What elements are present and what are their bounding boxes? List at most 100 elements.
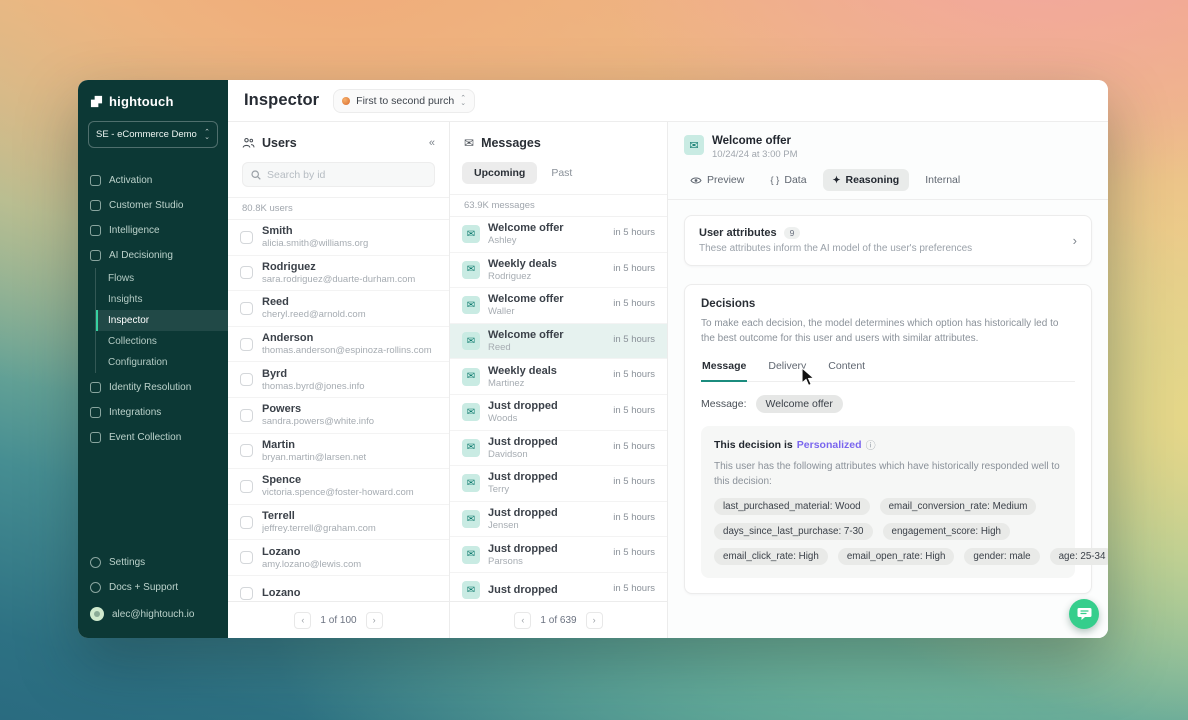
sidebar-item-label: Identity Resolution: [109, 382, 191, 393]
user-row[interactable]: Lozanoamy.lozano@lewis.com: [228, 540, 449, 576]
user-attributes-card[interactable]: User attributes 9 These attributes infor…: [684, 215, 1092, 266]
user-email: victoria.spence@foster-howard.com: [262, 487, 414, 498]
row-checkbox[interactable]: [240, 409, 253, 422]
row-checkbox[interactable]: [240, 302, 253, 315]
sidebar-item-identity-resolution[interactable]: Identity Resolution: [78, 375, 228, 400]
tab-data[interactable]: { } Data: [760, 169, 816, 191]
user-email: alicia.smith@williams.org: [262, 238, 368, 249]
sidebar-item-insights[interactable]: Insights: [96, 289, 228, 310]
tab-message[interactable]: Message: [701, 356, 747, 382]
search-icon: [251, 170, 261, 180]
main-area: Inspector First to second purch ⌃⌄ Users…: [228, 80, 1108, 638]
message-time: in 5 hours: [613, 543, 655, 558]
workspace-selector[interactable]: SE - eCommerce Demo ⌃⌄: [88, 121, 218, 148]
message-row[interactable]: ✉Just droppedDavidsonin 5 hours: [450, 431, 667, 467]
tab-past[interactable]: Past: [539, 162, 584, 184]
row-checkbox[interactable]: [240, 231, 253, 244]
sidebar-item-alec-hightouch-io[interactable]: alec@hightouch.io: [78, 600, 228, 628]
user-email: amy.lozano@lewis.com: [262, 559, 361, 570]
envelope-icon: ✉: [462, 261, 480, 279]
sidebar-item-collections[interactable]: Collections: [96, 331, 228, 352]
row-checkbox[interactable]: [240, 444, 253, 457]
user-row[interactable]: Rodriguezsara.rodriguez@duarte-durham.co…: [228, 256, 449, 292]
row-checkbox[interactable]: [240, 551, 253, 564]
message-title: Just dropped: [488, 436, 558, 448]
user-info: Reedcheryl.reed@arnold.com: [262, 296, 366, 320]
user-avatar: [90, 607, 104, 621]
sidebar-item-ai-decisioning[interactable]: AI Decisioning: [78, 243, 228, 268]
user-row[interactable]: Reedcheryl.reed@arnold.com: [228, 291, 449, 327]
sidebar-item-event-collection[interactable]: Event Collection: [78, 425, 228, 450]
tab-upcoming[interactable]: Upcoming: [462, 162, 537, 184]
message-recipient: Jensen: [488, 520, 558, 531]
sidebar-item-integrations[interactable]: Integrations: [78, 400, 228, 425]
sidebar-item-flows[interactable]: Flows: [96, 268, 228, 289]
info-icon[interactable]: ⓘ: [866, 437, 876, 452]
tab-internal[interactable]: Internal: [915, 169, 970, 191]
sidebar-item-customer-studio[interactable]: Customer Studio: [78, 193, 228, 218]
message-row[interactable]: ✉Welcome offerReedin 5 hours: [450, 324, 667, 360]
tab-preview[interactable]: Preview: [680, 169, 754, 191]
sidebar-footer: SettingsDocs + Supportalec@hightouch.io: [78, 550, 228, 638]
row-checkbox[interactable]: [240, 373, 253, 386]
activation-icon: [90, 175, 101, 186]
detail-tabs: Preview { } Data ✦ Reasoning Internal: [668, 169, 1108, 200]
chat-bubble-icon: [1077, 607, 1092, 621]
attribute-chip-row: email_click_rate: Highemail_open_rate: H…: [714, 548, 1062, 565]
sidebar-item-intelligence[interactable]: Intelligence: [78, 218, 228, 243]
sidebar-item-inspector[interactable]: Inspector: [96, 310, 228, 331]
user-name: Reed: [262, 296, 366, 308]
message-row[interactable]: ✉Just droppedJensenin 5 hours: [450, 502, 667, 538]
message-row[interactable]: ✉Just droppedParsonsin 5 hours: [450, 537, 667, 573]
message-row[interactable]: ✉Just droppedWoodsin 5 hours: [450, 395, 667, 431]
user-row[interactable]: Martinbryan.martin@larsen.net: [228, 434, 449, 470]
prev-page-button[interactable]: ‹: [514, 612, 531, 629]
next-page-button[interactable]: ›: [366, 612, 383, 629]
message-recipient: Reed: [488, 342, 564, 353]
message-info: Just droppedTerry: [488, 471, 558, 495]
search-input[interactable]: [267, 169, 426, 181]
message-row[interactable]: ✉Welcome offerAshleyin 5 hours: [450, 217, 667, 253]
message-time: in 5 hours: [613, 508, 655, 523]
row-checkbox[interactable]: [240, 480, 253, 493]
collapse-panel-icon[interactable]: «: [429, 137, 435, 149]
user-row[interactable]: Lozano: [228, 576, 449, 601]
message-row[interactable]: ✉Just droppedin 5 hours: [450, 573, 667, 601]
message-row[interactable]: ✉Weekly dealsMartinezin 5 hours: [450, 359, 667, 395]
chat-widget-button[interactable]: [1069, 599, 1099, 629]
tab-reasoning[interactable]: ✦ Reasoning: [823, 169, 910, 191]
sidebar-nav: ActivationCustomer StudioIntelligenceAI …: [78, 168, 228, 450]
user-row[interactable]: Terrelljeffrey.terrell@graham.com: [228, 505, 449, 541]
tab-delivery[interactable]: Delivery: [767, 356, 807, 381]
decisions-description: To make each decision, the model determi…: [701, 316, 1075, 346]
user-row[interactable]: Andersonthomas.anderson@espinoza-rollins…: [228, 327, 449, 363]
user-search[interactable]: [242, 162, 435, 187]
user-row[interactable]: Byrdthomas.byrd@jones.info: [228, 362, 449, 398]
tab-content[interactable]: Content: [827, 356, 866, 381]
sidebar-item-configuration[interactable]: Configuration: [96, 352, 228, 373]
flow-selector-label: First to second purch: [356, 95, 454, 107]
sidebar-item-settings[interactable]: Settings: [78, 550, 228, 575]
row-checkbox[interactable]: [240, 266, 253, 279]
row-checkbox[interactable]: [240, 516, 253, 529]
sidebar-item-activation[interactable]: Activation: [78, 168, 228, 193]
prev-page-button[interactable]: ‹: [294, 612, 311, 629]
next-page-button[interactable]: ›: [586, 612, 603, 629]
tab-reasoning-label: Reasoning: [846, 174, 900, 186]
message-row[interactable]: ✉Welcome offerWallerin 5 hours: [450, 288, 667, 324]
decision-type-link[interactable]: Personalized: [797, 439, 862, 451]
row-checkbox[interactable]: [240, 587, 253, 600]
user-row[interactable]: Spencevictoria.spence@foster-howard.com: [228, 469, 449, 505]
user-name: Martin: [262, 439, 366, 451]
user-row[interactable]: Smithalicia.smith@williams.org: [228, 220, 449, 256]
flow-selector[interactable]: First to second purch ⌃⌄: [333, 89, 475, 113]
message-row[interactable]: ✉Just droppedTerryin 5 hours: [450, 466, 667, 502]
sidebar-item-docs-support[interactable]: Docs + Support: [78, 575, 228, 600]
message-title: Weekly deals: [488, 365, 557, 377]
user-row[interactable]: Powerssandra.powers@white.info: [228, 398, 449, 434]
row-checkbox[interactable]: [240, 338, 253, 351]
messages-count: 63.9K messages: [450, 194, 667, 217]
tab-internal-label: Internal: [925, 174, 960, 186]
messages-panel-title: Messages: [481, 136, 541, 150]
message-row[interactable]: ✉Weekly dealsRodriguezin 5 hours: [450, 253, 667, 289]
